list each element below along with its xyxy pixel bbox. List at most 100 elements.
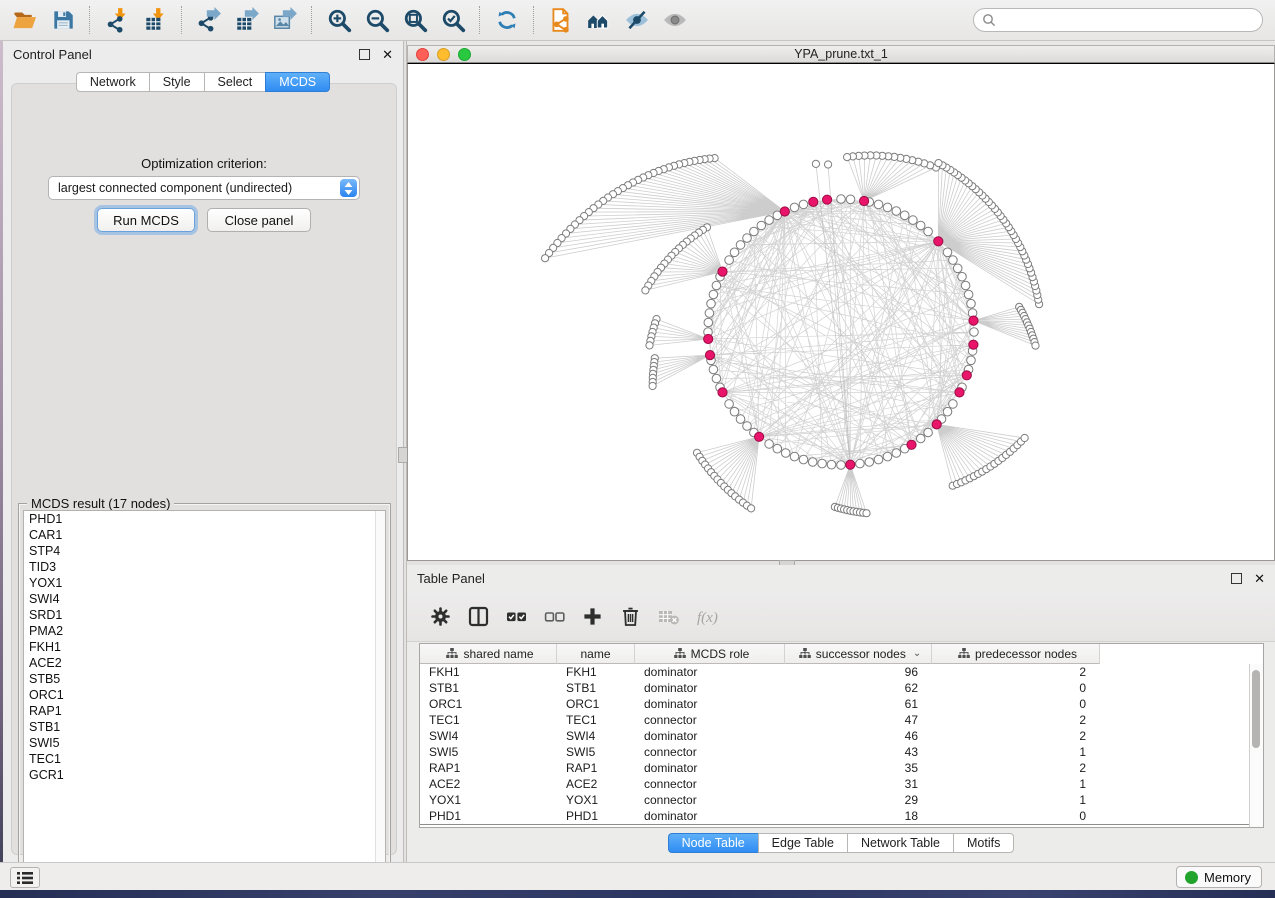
mcds-result-item[interactable]: ACE2: [24, 655, 385, 671]
tab-style[interactable]: Style: [149, 72, 204, 92]
cell-successor-nodes[interactable]: 31: [785, 776, 932, 792]
graph-node[interactable]: [765, 216, 774, 225]
graph-node[interactable]: [865, 458, 874, 467]
gear-icon[interactable]: [425, 601, 455, 631]
tab-mcds[interactable]: MCDS: [265, 72, 330, 92]
cell-predecessor-nodes[interactable]: 2: [932, 712, 1100, 728]
cell-successor-nodes[interactable]: 47: [785, 712, 932, 728]
graph-mcds-node[interactable]: [934, 237, 943, 246]
result-scrollbar[interactable]: [375, 511, 385, 871]
cell-predecessor-nodes[interactable]: 1: [932, 792, 1100, 808]
sort-chevron-icon[interactable]: ⌄: [913, 648, 921, 659]
tab-select[interactable]: Select: [204, 72, 266, 92]
graph-node[interactable]: [856, 459, 865, 468]
cell-successor-nodes[interactable]: 96: [785, 664, 932, 680]
mcds-result-item[interactable]: PMA2: [24, 623, 385, 639]
delete-icon[interactable]: [615, 601, 645, 631]
import-table-icon[interactable]: [136, 4, 174, 36]
graph-node[interactable]: [709, 365, 718, 374]
graph-node[interactable]: [916, 434, 925, 443]
mcds-result-item[interactable]: PHD1: [24, 511, 385, 527]
export-table-icon[interactable]: [228, 4, 266, 36]
zoom-in-icon[interactable]: [320, 4, 358, 36]
graph-leaf-node[interactable]: [1021, 434, 1028, 441]
graph-node[interactable]: [837, 195, 846, 204]
graph-node[interactable]: [874, 455, 883, 464]
graph-node[interactable]: [883, 203, 892, 212]
open-folder-icon[interactable]: [6, 4, 44, 36]
graph-node[interactable]: [924, 428, 933, 437]
graph-node[interactable]: [892, 449, 901, 458]
cell-name[interactable]: TEC1: [557, 712, 635, 728]
cell-successor-nodes[interactable]: 62: [785, 680, 932, 696]
graph-node[interactable]: [707, 299, 716, 308]
cell-MCDS-role[interactable]: dominator: [635, 680, 785, 696]
graph-node[interactable]: [705, 309, 714, 318]
show-all-icon[interactable]: [656, 4, 694, 36]
graph-node[interactable]: [736, 415, 745, 424]
columns-icon[interactable]: [463, 601, 493, 631]
cell-shared-name[interactable]: YOX1: [420, 792, 557, 808]
graph-mcds-node[interactable]: [809, 197, 818, 206]
graph-node[interactable]: [712, 281, 721, 290]
search-input[interactable]: [996, 10, 1262, 30]
cell-name[interactable]: PHD1: [557, 808, 635, 824]
cell-MCDS-role[interactable]: dominator: [635, 808, 785, 824]
graph-leaf-node[interactable]: [812, 160, 819, 167]
graph-node[interactable]: [909, 216, 918, 225]
mcds-result-item[interactable]: GCR1: [24, 767, 385, 783]
network-graph[interactable]: [408, 64, 1274, 560]
graph-node[interactable]: [943, 407, 952, 416]
column-header-name[interactable]: name: [557, 644, 635, 664]
graph-mcds-node[interactable]: [823, 195, 832, 204]
graph-node[interactable]: [704, 318, 713, 327]
graph-node[interactable]: [750, 227, 759, 236]
mcds-result-item[interactable]: STB1: [24, 719, 385, 735]
close-panel-button[interactable]: Close panel: [207, 208, 311, 232]
cell-MCDS-role[interactable]: connector: [635, 744, 785, 760]
cell-shared-name[interactable]: FKH1: [420, 664, 557, 680]
import-network-icon[interactable]: [98, 4, 136, 36]
graph-mcds-node[interactable]: [860, 196, 869, 205]
mcds-result-item[interactable]: STB5: [24, 671, 385, 687]
mcds-result-item[interactable]: RAP1: [24, 703, 385, 719]
tab-network-table[interactable]: Network Table: [847, 833, 953, 853]
graph-leaf-node[interactable]: [646, 342, 653, 349]
graph-node[interactable]: [916, 221, 925, 230]
mcds-result-item[interactable]: STP4: [24, 543, 385, 559]
cell-predecessor-nodes[interactable]: 2: [932, 760, 1100, 776]
tab-network[interactable]: Network: [76, 72, 149, 92]
cell-name[interactable]: STB1: [557, 680, 635, 696]
cell-name[interactable]: SWI4: [557, 728, 635, 744]
graph-node[interactable]: [730, 248, 739, 257]
graph-mcds-node[interactable]: [907, 440, 916, 449]
zoom-fit-icon[interactable]: [396, 4, 434, 36]
graph-leaf-node[interactable]: [1032, 342, 1039, 349]
float-panel-icon[interactable]: [359, 49, 370, 60]
network-view-canvas[interactable]: [407, 63, 1275, 561]
zoom-out-icon[interactable]: [358, 4, 396, 36]
cell-predecessor-nodes[interactable]: 0: [932, 808, 1100, 824]
mcds-result-item[interactable]: SRD1: [24, 607, 385, 623]
graph-node[interactable]: [943, 248, 952, 257]
graph-node[interactable]: [953, 264, 962, 273]
graph-mcds-node[interactable]: [718, 267, 727, 276]
column-header-successor-nodes[interactable]: successor nodes⌄: [785, 644, 932, 664]
graph-mcds-node[interactable]: [969, 340, 978, 349]
cell-successor-nodes[interactable]: 29: [785, 792, 932, 808]
graph-leaf-node[interactable]: [642, 287, 649, 294]
search-box[interactable]: [973, 8, 1263, 32]
graph-leaf-node[interactable]: [863, 510, 870, 517]
graph-leaf-node[interactable]: [542, 255, 549, 262]
graph-leaf-node[interactable]: [844, 154, 851, 161]
cell-MCDS-role[interactable]: dominator: [635, 696, 785, 712]
cell-predecessor-nodes[interactable]: 0: [932, 680, 1100, 696]
cell-shared-name[interactable]: RAP1: [420, 760, 557, 776]
cell-successor-nodes[interactable]: 35: [785, 760, 932, 776]
graph-mcds-node[interactable]: [955, 388, 964, 397]
cell-successor-nodes[interactable]: 43: [785, 744, 932, 760]
graph-node[interactable]: [924, 227, 933, 236]
cell-shared-name[interactable]: TEC1: [420, 712, 557, 728]
cell-shared-name[interactable]: SWI5: [420, 744, 557, 760]
graph-node[interactable]: [900, 211, 909, 220]
